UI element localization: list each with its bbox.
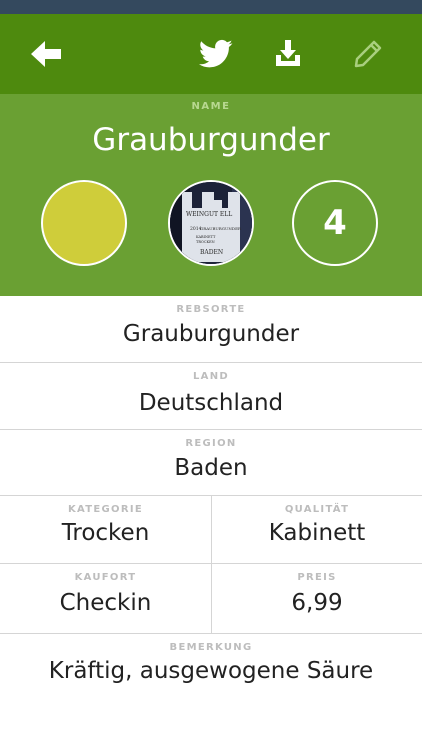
rating-badge[interactable]: 4 [292,180,378,266]
wine-photo[interactable]: WEINGUT ELL 2014 GRAUBURGUNDER KABINETT … [168,180,254,266]
svg-text:TROCKEN: TROCKEN [196,240,215,244]
kaufort-value: Checkin [59,590,152,616]
name-caption: NAME [191,101,231,112]
region-row[interactable]: REGION Baden [0,430,422,496]
kaufort-cell[interactable]: KAUFORT Checkin [0,564,211,633]
kategorie-cell[interactable]: KATEGORIE Trocken [0,496,211,563]
status-bar [0,0,422,14]
rebsorte-row[interactable]: REBSORTE Grauburgunder [0,296,422,363]
nav-bar [0,14,422,94]
region-label: REGION [185,438,237,449]
download-tray-icon [276,40,300,66]
twitter-share-button[interactable] [198,38,234,70]
wine-color-swatch[interactable] [41,180,127,266]
back-button[interactable] [28,38,64,70]
svg-text:WEINGUT ELL: WEINGUT ELL [186,211,232,218]
bottle-label-image: WEINGUT ELL 2014 GRAUBURGUNDER KABINETT … [170,182,252,264]
preis-cell[interactable]: PREIS 6,99 [212,564,422,633]
kategorie-value: Trocken [61,520,150,546]
kategorie-label: KATEGORIE [67,504,144,515]
wine-name: Grauburgunder [92,122,330,158]
pencil-icon [354,40,382,68]
svg-text:KABINETT: KABINETT [196,235,216,239]
qualitaet-cell[interactable]: QUALITÄT Kabinett [212,496,422,563]
kaufort-preis-row: KAUFORT Checkin PREIS 6,99 [0,564,422,634]
arrow-left-icon [31,41,61,67]
kategorie-qualitaet-row: KATEGORIE Trocken QUALITÄT Kabinett [0,496,422,564]
bemerkung-value: Kräftig, ausgewogene Säure [48,658,374,684]
edit-button[interactable] [350,38,386,70]
bemerkung-row[interactable]: BEMERKUNG Kräftig, ausgewogene Säure [0,634,422,750]
qualitaet-value: Kabinett [268,520,366,546]
land-label: LAND [193,371,229,382]
region-value: Baden [174,455,248,481]
svg-text:GRAUBURGUNDER: GRAUBURGUNDER [200,226,242,231]
land-row[interactable]: LAND Deutschland [0,363,422,430]
twitter-icon [199,39,233,68]
land-value: Deutschland [138,390,284,416]
kaufort-label: KAUFORT [74,572,137,583]
preis-label: PREIS [297,572,337,583]
rebsorte-label: REBSORTE [176,304,246,315]
qualitaet-label: QUALITÄT [284,504,350,515]
rebsorte-value: Grauburgunder [122,321,300,347]
svg-text:BADEN: BADEN [200,249,223,256]
bemerkung-label: BEMERKUNG [169,642,253,653]
download-button[interactable] [270,38,306,70]
preis-value: 6,99 [291,590,343,616]
